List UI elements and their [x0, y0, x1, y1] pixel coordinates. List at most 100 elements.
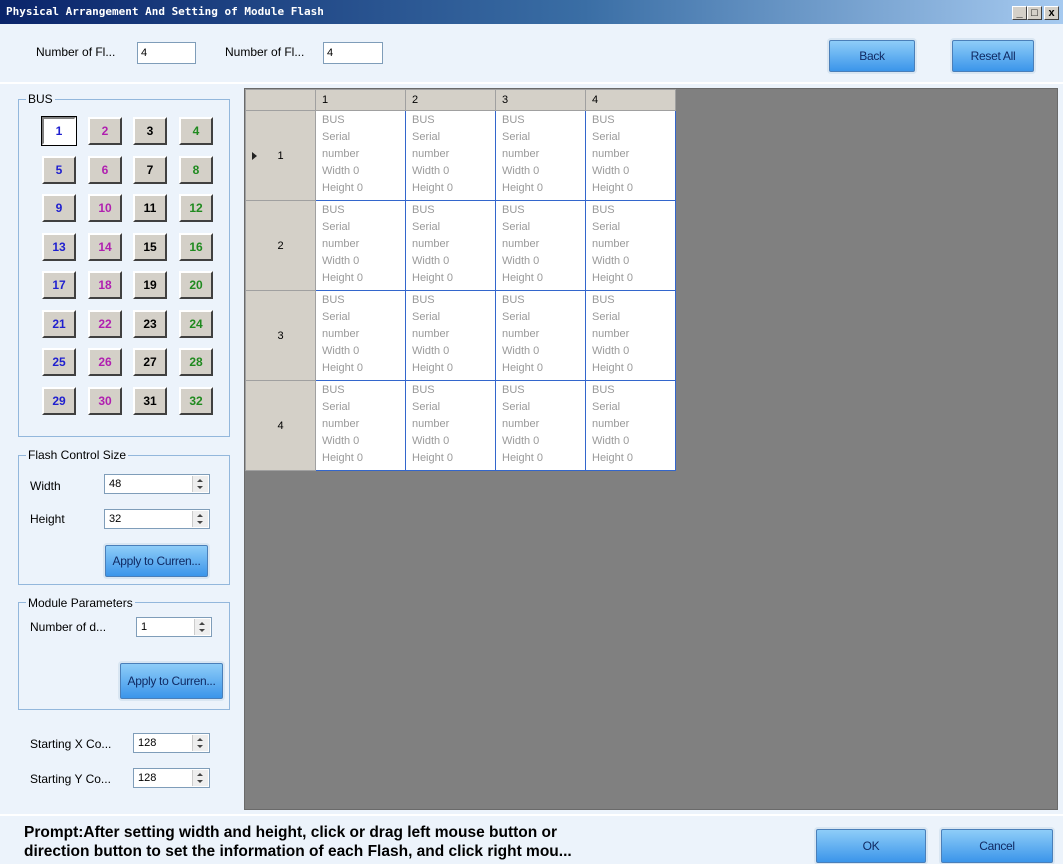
bus-button-6[interactable]: 6: [88, 155, 122, 184]
flash-cell[interactable]: BUS Serial number Width 0 Height 0: [315, 110, 406, 201]
bus-button-4[interactable]: 4: [179, 117, 213, 145]
bus-button-26[interactable]: 26: [88, 348, 122, 376]
bus-button-13[interactable]: 13: [42, 232, 76, 261]
cell-line: BUS: [412, 384, 435, 396]
cell-line: number: [322, 328, 360, 340]
field2-label: Number of Fl...: [225, 45, 305, 59]
bus-button-7[interactable]: 7: [133, 155, 167, 184]
flash-count-x-input[interactable]: 4: [137, 42, 196, 64]
flash-cell[interactable]: BUS Serial number Width 0 Height 0: [405, 290, 496, 381]
grid-row-header[interactable]: 1: [245, 110, 316, 201]
flash-cell[interactable]: BUS Serial number Width 0 Height 0: [585, 200, 676, 291]
grid-row: 4 BUS Serial number Width 0 Height 0 BUS Serial…: [245, 380, 676, 471]
bus-button-25[interactable]: 25: [42, 348, 76, 376]
bus-button-10[interactable]: 10: [88, 194, 122, 222]
bus-button-20[interactable]: 20: [179, 271, 213, 299]
cell-line: Width 0: [592, 435, 630, 447]
flash-cell[interactable]: BUS Serial number Width 0 Height 0: [405, 380, 496, 471]
bus-button-5[interactable]: 5: [42, 155, 76, 184]
flash-cell[interactable]: BUS Serial number Width 0 Height 0: [495, 290, 586, 381]
spin-arrows-icon[interactable]: [192, 770, 208, 786]
bus-button-8[interactable]: 8: [179, 155, 213, 184]
bus-button-15[interactable]: 15: [133, 232, 167, 261]
close-button[interactable]: x: [1044, 6, 1059, 20]
flash-cell[interactable]: BUS Serial number Width 0 Height 0: [495, 110, 586, 201]
start-x-spinner[interactable]: 128: [133, 733, 210, 753]
grid-column-header[interactable]: 1: [315, 89, 406, 111]
flash-cell[interactable]: BUS Serial number Width 0 Height 0: [405, 110, 496, 201]
grid-column-header[interactable]: 2: [405, 89, 496, 111]
bus-button-19[interactable]: 19: [133, 271, 167, 299]
bus-button-16[interactable]: 16: [179, 232, 213, 261]
spin-arrows-icon[interactable]: [192, 476, 208, 492]
cancel-button[interactable]: Cancel: [941, 829, 1053, 863]
cell-line: BUS: [502, 294, 525, 306]
bus-button-1[interactable]: 1: [41, 116, 77, 146]
bus-button-12[interactable]: 12: [179, 194, 213, 222]
bus-button-28[interactable]: 28: [179, 348, 213, 376]
grid-column-header[interactable]: 4: [585, 89, 676, 111]
cell-line: Height 0: [412, 362, 453, 374]
bus-button-11[interactable]: 11: [133, 194, 167, 222]
row-number: 4: [277, 419, 284, 432]
height-spinner[interactable]: 32: [104, 509, 210, 529]
maximize-button[interactable]: □: [1027, 6, 1042, 20]
flash-cell[interactable]: BUS Serial number Width 0 Height 0: [315, 200, 406, 291]
bus-button-14[interactable]: 14: [88, 232, 122, 261]
flash-cell[interactable]: BUS Serial number Width 0 Height 0: [585, 110, 676, 201]
start-y-label: Starting Y Co...: [30, 772, 111, 786]
bus-button-21[interactable]: 21: [42, 309, 76, 338]
flash-cell[interactable]: BUS Serial number Width 0 Height 0: [585, 290, 676, 381]
cell-line: Serial: [592, 221, 621, 233]
spin-arrows-icon[interactable]: [192, 511, 208, 527]
cell-line: number: [322, 148, 360, 160]
bus-button-3[interactable]: 3: [133, 117, 167, 145]
bus-button-30[interactable]: 30: [88, 386, 122, 415]
back-button[interactable]: Back: [829, 40, 915, 72]
spin-arrows-icon[interactable]: [192, 735, 208, 751]
bus-button-32[interactable]: 32: [179, 386, 213, 415]
grid-column-header[interactable]: 3: [495, 89, 586, 111]
apply-flash-size-button[interactable]: Apply to Curren...: [105, 545, 208, 577]
module-title: Module Parameters: [26, 596, 135, 610]
flash-cell[interactable]: BUS Serial number Width 0 Height 0: [495, 380, 586, 471]
width-label: Width: [30, 479, 61, 493]
cell-line: number: [322, 238, 360, 250]
apply-module-button[interactable]: Apply to Curren...: [120, 663, 223, 699]
grid-row: 3 BUS Serial number Width 0 Height 0 BUS Serial…: [245, 290, 676, 381]
prompt-line-1: Prompt:After setting width and height, c…: [24, 824, 558, 841]
bus-button-29[interactable]: 29: [42, 386, 76, 415]
flash-cell[interactable]: BUS Serial number Width 0 Height 0: [495, 200, 586, 291]
bus-button-22[interactable]: 22: [88, 309, 122, 338]
module-num-spinner[interactable]: 1: [136, 617, 212, 637]
flash-cell[interactable]: BUS Serial number Width 0 Height 0: [315, 380, 406, 471]
bus-button-17[interactable]: 17: [42, 271, 76, 299]
start-y-spinner[interactable]: 128: [133, 768, 210, 788]
bus-button-2[interactable]: 2: [88, 117, 122, 145]
bus-button-31[interactable]: 31: [133, 386, 167, 415]
cell-line: BUS: [412, 204, 435, 216]
bus-button-9[interactable]: 9: [42, 194, 76, 222]
bus-button-24[interactable]: 24: [179, 309, 213, 338]
cell-line: Height 0: [592, 272, 633, 284]
cell-line: Serial: [322, 401, 351, 413]
cell-line: Width 0: [322, 165, 360, 177]
grid-row-header[interactable]: 2: [245, 200, 316, 291]
width-spinner[interactable]: 48: [104, 474, 210, 494]
ok-button[interactable]: OK: [816, 829, 926, 863]
grid-row-header[interactable]: 3: [245, 290, 316, 381]
flash-cell[interactable]: BUS Serial number Width 0 Height 0: [315, 290, 406, 381]
window-title: Physical Arrangement And Setting of Modu…: [6, 5, 324, 18]
flash-count-y-input[interactable]: 4: [323, 42, 383, 64]
minimize-button[interactable]: _: [1012, 6, 1027, 20]
cell-line: Height 0: [322, 452, 363, 464]
bus-button-27[interactable]: 27: [133, 348, 167, 376]
flash-cell[interactable]: BUS Serial number Width 0 Height 0: [585, 380, 676, 471]
spin-arrows-icon[interactable]: [194, 619, 210, 635]
reset-all-button[interactable]: Reset All: [952, 40, 1034, 72]
cell-line: Height 0: [592, 182, 633, 194]
flash-cell[interactable]: BUS Serial number Width 0 Height 0: [405, 200, 496, 291]
bus-button-23[interactable]: 23: [133, 309, 167, 338]
bus-button-18[interactable]: 18: [88, 271, 122, 299]
grid-row-header[interactable]: 4: [245, 380, 316, 471]
